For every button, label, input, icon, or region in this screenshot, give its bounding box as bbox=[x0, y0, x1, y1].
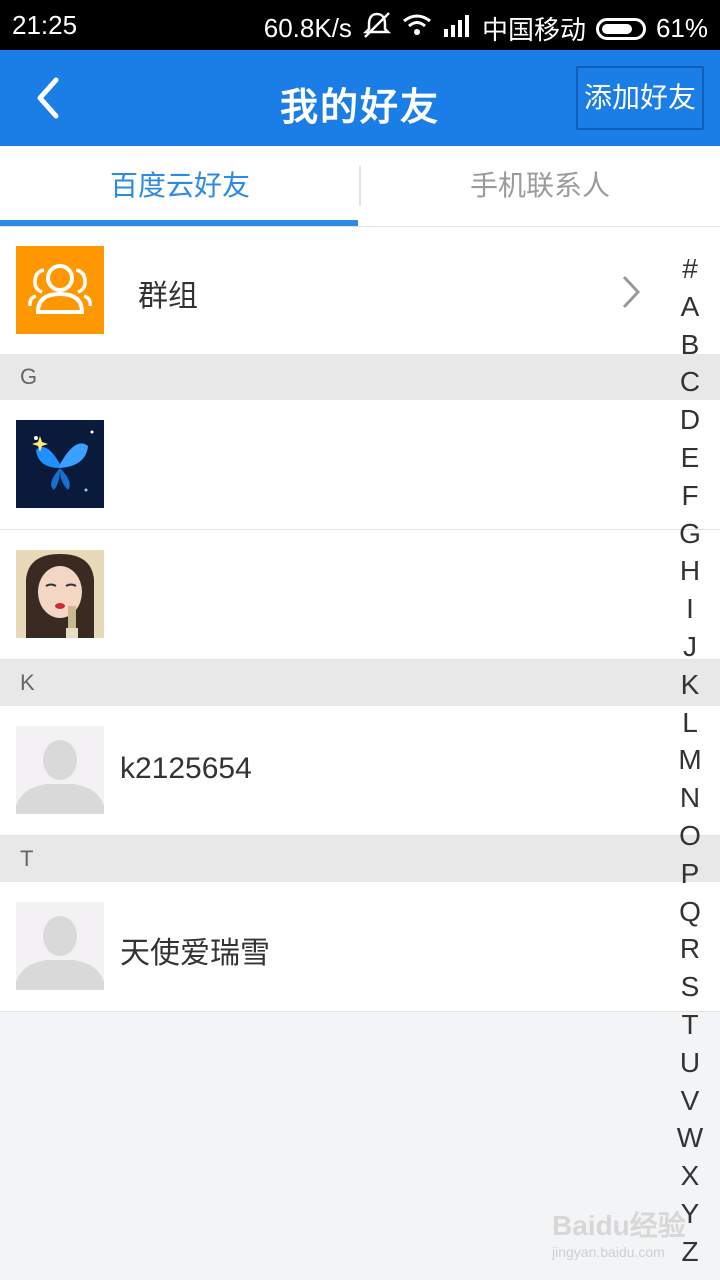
friend-row[interactable]: 天使爱瑞雪 bbox=[0, 882, 720, 1012]
friend-row[interactable]: k2125654 bbox=[0, 706, 720, 836]
default-avatar-icon bbox=[16, 726, 104, 814]
avatar bbox=[16, 550, 104, 638]
index-letter[interactable]: H bbox=[668, 552, 712, 590]
wifi-icon bbox=[402, 13, 432, 44]
friend-name: 天使爱瑞雪 bbox=[120, 937, 270, 970]
index-letter[interactable]: O bbox=[668, 817, 712, 855]
avatar bbox=[16, 420, 104, 508]
index-letter[interactable]: T bbox=[668, 1006, 712, 1044]
index-letter[interactable]: W bbox=[668, 1119, 712, 1157]
status-right: 60.8K/s 中国移动 61% bbox=[264, 10, 708, 47]
index-letter[interactable]: E bbox=[668, 439, 712, 477]
watermark-logo: Baidu经验 bbox=[552, 1210, 686, 1241]
mute-icon bbox=[362, 11, 392, 46]
add-friend-button[interactable]: 添加好友 bbox=[576, 66, 704, 130]
index-letter[interactable]: I bbox=[668, 590, 712, 628]
network-speed: 60.8K/s bbox=[263, 13, 352, 43]
index-letter[interactable]: C bbox=[668, 363, 712, 401]
index-letter[interactable]: G bbox=[668, 515, 712, 553]
index-letter[interactable]: M bbox=[668, 741, 712, 779]
signal-icon bbox=[442, 13, 472, 44]
status-time: 21:25 bbox=[12, 10, 78, 40]
index-letter[interactable]: D bbox=[668, 401, 712, 439]
tab-phone-contacts[interactable]: 手机联系人 bbox=[360, 146, 720, 226]
index-letter[interactable]: X bbox=[668, 1157, 712, 1195]
group-label: 群组 bbox=[138, 279, 198, 314]
chevron-right-icon bbox=[622, 275, 641, 309]
section-header-g: G bbox=[0, 354, 720, 400]
battery-icon bbox=[595, 17, 646, 40]
index-letter[interactable]: U bbox=[668, 1044, 712, 1082]
index-letter[interactable]: F bbox=[668, 477, 712, 515]
app-header: 我的好友 添加好友 bbox=[0, 50, 720, 146]
index-letter[interactable]: R bbox=[668, 930, 712, 968]
index-letter[interactable]: S bbox=[668, 968, 712, 1006]
default-avatar-icon bbox=[16, 902, 104, 990]
friend-list: 群组 G K k2125654 T 天使爱瑞雪 bbox=[0, 227, 720, 1012]
index-letter[interactable]: V bbox=[668, 1082, 712, 1120]
friend-name: k2125654 bbox=[120, 752, 252, 785]
index-letter[interactable]: # bbox=[668, 250, 712, 288]
tab-baidu-friends[interactable]: 百度云好友 bbox=[0, 146, 360, 226]
alphabet-index[interactable]: # A B C D E F G H I J K L M N O P Q R S T U V W X Y Z bbox=[668, 250, 712, 1271]
section-header-t: T bbox=[0, 836, 720, 882]
tab-bar: 百度云好友 手机联系人 bbox=[0, 146, 720, 227]
index-letter[interactable]: P bbox=[668, 855, 712, 893]
index-letter[interactable]: B bbox=[668, 326, 712, 364]
index-letter[interactable]: A bbox=[668, 288, 712, 326]
battery-level: 61% bbox=[655, 13, 708, 43]
index-letter[interactable]: J bbox=[668, 628, 712, 666]
section-header-k: K bbox=[0, 660, 720, 706]
friend-row[interactable] bbox=[0, 530, 720, 660]
watermark-url: jingyan.baidu.com bbox=[552, 1244, 665, 1260]
status-bar: 21:25 60.8K/s 中国移动 61% bbox=[0, 0, 720, 50]
carrier: 中国移动 bbox=[481, 15, 586, 45]
index-letter[interactable]: Q bbox=[668, 893, 712, 931]
index-letter[interactable]: K bbox=[668, 666, 712, 704]
index-letter[interactable]: L bbox=[668, 704, 712, 742]
index-letter[interactable]: N bbox=[668, 779, 712, 817]
group-icon bbox=[16, 246, 104, 334]
friend-row[interactable] bbox=[0, 400, 720, 530]
group-row[interactable]: 群组 bbox=[0, 227, 720, 354]
